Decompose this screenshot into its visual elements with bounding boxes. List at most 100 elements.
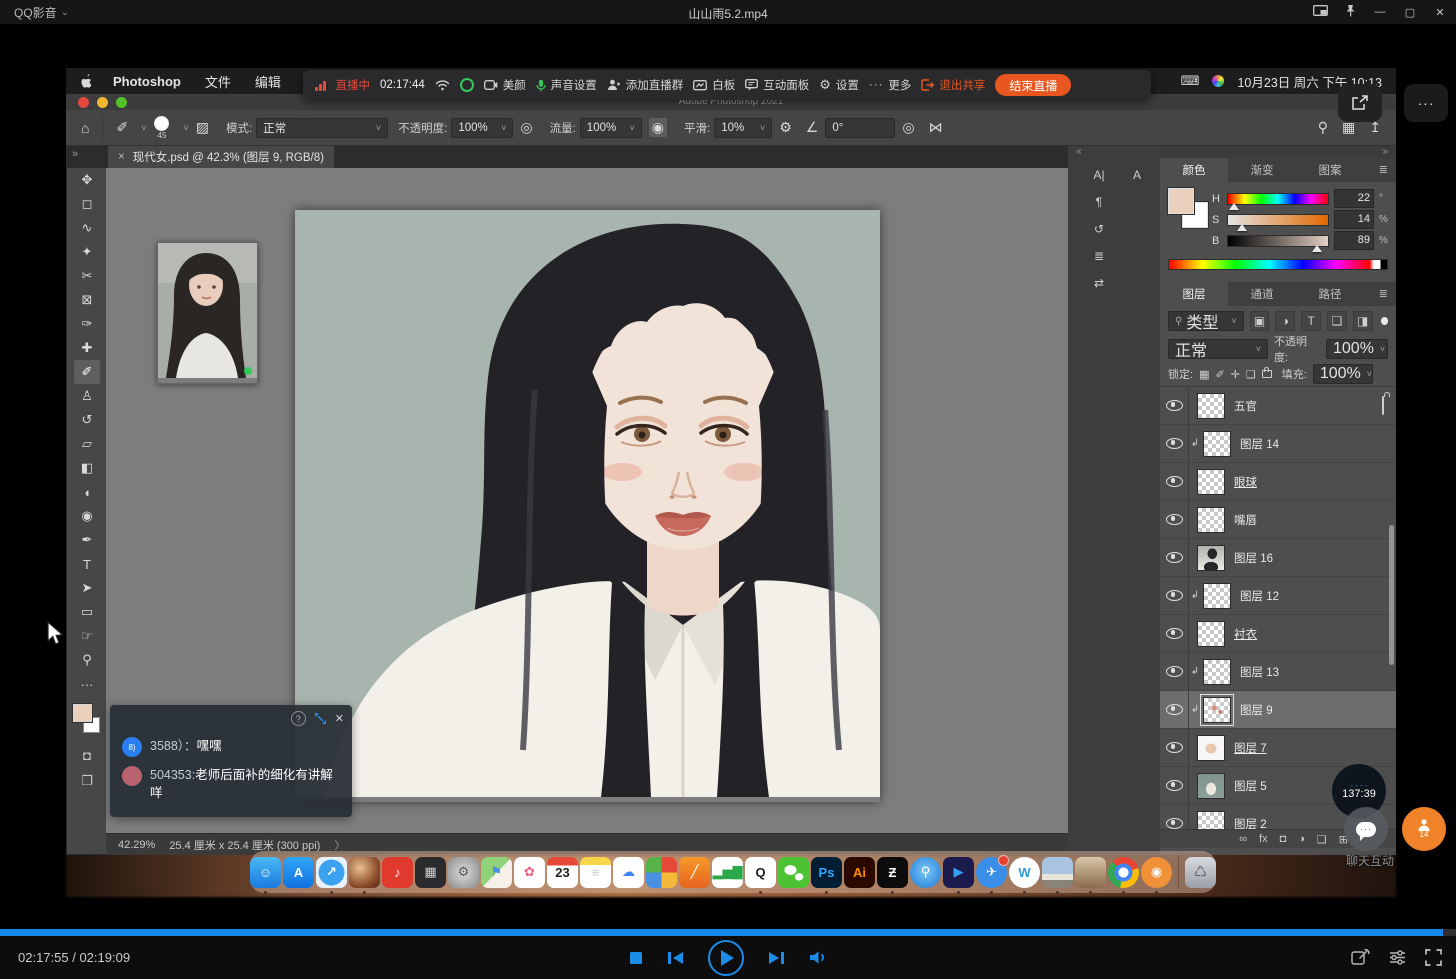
dock-icon-photos[interactable]: ✿ <box>514 857 545 888</box>
eye-icon[interactable] <box>1166 628 1183 639</box>
avatar[interactable]: 8) <box>122 737 142 757</box>
dock-icon-finder[interactable]: ☺ <box>250 857 281 888</box>
dock-icon-capcut[interactable]: Ƶ <box>877 857 908 888</box>
resize-icon[interactable] <box>314 712 327 725</box>
help-icon[interactable]: ? <box>291 711 306 726</box>
slider-value[interactable]: 89 <box>1334 231 1374 250</box>
eye-icon[interactable] <box>1166 514 1183 525</box>
collapse-panels-icon[interactable]: « <box>1076 146 1082 157</box>
collapsed-panel-icon[interactable]: A| <box>1093 168 1104 182</box>
layers-footer-icon[interactable]: ◑ <box>1298 833 1305 845</box>
color-spectrum-bar[interactable] <box>1168 259 1388 270</box>
layer-name[interactable]: 图层 14 <box>1240 436 1279 452</box>
dock-icon-netease-music[interactable]: ♪ <box>382 857 413 888</box>
minimize-icon[interactable]: — <box>1372 6 1388 18</box>
opacity-pressure-icon[interactable]: ◎ <box>520 119 532 136</box>
tab-color[interactable]: 颜色 <box>1160 158 1228 182</box>
eye-icon[interactable] <box>1166 780 1183 791</box>
layer-visibility-cell[interactable] <box>1160 691 1189 728</box>
tool-move[interactable]: ✥ <box>74 168 100 192</box>
dock-icon-photoshop[interactable]: Ps <box>811 857 842 888</box>
blend-mode-select[interactable]: 正常˅ <box>256 118 388 138</box>
dock-icon-trash[interactable]: ♺ <box>1185 857 1216 888</box>
dock-icon-orange-cam[interactable]: ◉ <box>1141 857 1172 888</box>
layers-footer-icon[interactable]: ◘ <box>1280 833 1287 845</box>
layer-fill-select[interactable]: 100%˅ <box>1313 364 1373 384</box>
layer-visibility-cell[interactable] <box>1160 425 1189 462</box>
slider-thumb[interactable] <box>1237 224 1247 231</box>
layer-visibility-cell[interactable] <box>1160 653 1189 690</box>
slider-track[interactable] <box>1227 235 1329 247</box>
layer-visibility-cell[interactable] <box>1160 539 1189 576</box>
layer-thumbnail[interactable] <box>1203 583 1231 609</box>
dock-icon-appstore[interactable]: A <box>283 857 314 888</box>
zoom-level[interactable]: 42.29% <box>118 839 155 851</box>
tab-paths[interactable]: 路径 <box>1296 282 1364 306</box>
layer-thumbnail[interactable] <box>1203 659 1231 685</box>
dock-icon-wps[interactable]: ╱ <box>679 857 710 888</box>
layer-visibility-cell[interactable] <box>1160 577 1189 614</box>
layer-thumbnail[interactable] <box>1197 735 1225 761</box>
play-button[interactable] <box>708 940 744 976</box>
layer-blend-mode-select[interactable]: 正常˅ <box>1168 339 1268 359</box>
chat-username[interactable]: 504353: <box>150 768 195 782</box>
layers-footer-icon[interactable]: ∞ <box>1239 833 1247 845</box>
tool-type[interactable]: T <box>74 552 100 576</box>
layer-thumbnail[interactable] <box>1203 697 1231 723</box>
chat-bubble-button[interactable]: ··· <box>1344 807 1388 851</box>
dock-icon-notes[interactable]: ≡ <box>580 857 611 888</box>
beauty-button[interactable]: 美颜 <box>484 77 526 93</box>
layer-visibility-cell[interactable] <box>1160 615 1189 652</box>
slider-track[interactable] <box>1227 193 1329 205</box>
toolbox-button[interactable] <box>1351 949 1370 966</box>
smoothing-select[interactable]: 10%˅ <box>714 118 772 138</box>
collapse-panels-icon[interactable]: » <box>1382 146 1388 157</box>
maximize-icon[interactable]: ▢ <box>1402 6 1418 19</box>
tool-more[interactable]: ··· <box>74 672 100 696</box>
dock-icon-illustrator[interactable]: Ai <box>844 857 875 888</box>
more-button[interactable]: ··· 更多 <box>869 77 912 93</box>
layer-name[interactable]: 图层 16 <box>1234 550 1273 566</box>
dock-icon-system-settings[interactable]: ⚙ <box>448 857 479 888</box>
panel-menu-icon[interactable]: ≣ <box>1379 287 1388 300</box>
dock-icon-bird-app[interactable]: ✈ <box>976 857 1007 888</box>
eye-icon[interactable] <box>1166 666 1183 677</box>
layer-thumbnail[interactable] <box>1197 393 1225 419</box>
layer-filter-kind-icon[interactable]: ◑ <box>1275 311 1295 331</box>
tool-eraser[interactable]: ▱ <box>74 432 100 456</box>
lock-option-icon[interactable]: ▦ <box>1199 368 1209 381</box>
dock-icon-pinwheel-app[interactable] <box>646 857 677 888</box>
tool-eyedropper[interactable]: ✑ <box>74 312 100 336</box>
stream-settings-button[interactable]: ⚙ 设置 <box>819 77 859 93</box>
eye-icon[interactable] <box>1166 590 1183 601</box>
slider-track[interactable] <box>1227 214 1329 226</box>
brush-settings-panel-icon[interactable]: ▨ <box>196 119 209 136</box>
chevron-down-icon[interactable]: ˅ <box>141 123 146 133</box>
quick-mask-icon[interactable]: ◘ <box>83 748 91 763</box>
layer-row[interactable]: ↲ 眼球 <box>1160 463 1396 501</box>
previous-button[interactable] <box>667 951 684 965</box>
layer-row[interactable]: ↲ 图层 12 <box>1160 577 1396 615</box>
interact-panel-button[interactable]: 互动面板 <box>745 77 809 93</box>
layer-row[interactable]: ↲ 图层 13 <box>1160 653 1396 691</box>
dock-icon-qq[interactable]: Q <box>745 857 776 888</box>
layer-thumbnail[interactable] <box>1197 773 1225 799</box>
dock-icon-video-player[interactable]: ▶ <box>943 857 974 888</box>
lock-option-icon[interactable]: ❏ <box>1246 368 1256 381</box>
dock-icon-photo-file[interactable] <box>1042 857 1073 888</box>
smoothing-options-gear-icon[interactable]: ⚙ <box>779 119 792 136</box>
layer-name[interactable]: 图层 5 <box>1234 778 1267 794</box>
input-source-icon[interactable]: ⌨ <box>1181 73 1200 89</box>
layers-scrollbar[interactable] <box>1389 525 1394 665</box>
tab-layers[interactable]: 图层 <box>1160 282 1228 306</box>
airbrush-icon[interactable]: ◉ <box>649 118 667 137</box>
layer-filter-kind-icon[interactable]: T <box>1301 311 1321 331</box>
tool-smudge[interactable]: ◉ <box>74 504 100 528</box>
tool-lasso[interactable]: ∿ <box>74 216 100 240</box>
slider-value[interactable]: 14 <box>1334 210 1374 229</box>
chevron-down-icon[interactable]: ˅ <box>183 123 188 133</box>
dock-icon-photo-file-2[interactable] <box>1075 857 1106 888</box>
dock-icon-fireball-game[interactable] <box>349 857 380 888</box>
layer-filter-select[interactable]: ⚲类型 ˅ <box>1168 311 1244 331</box>
tab-channels[interactable]: 通道 <box>1228 282 1296 306</box>
